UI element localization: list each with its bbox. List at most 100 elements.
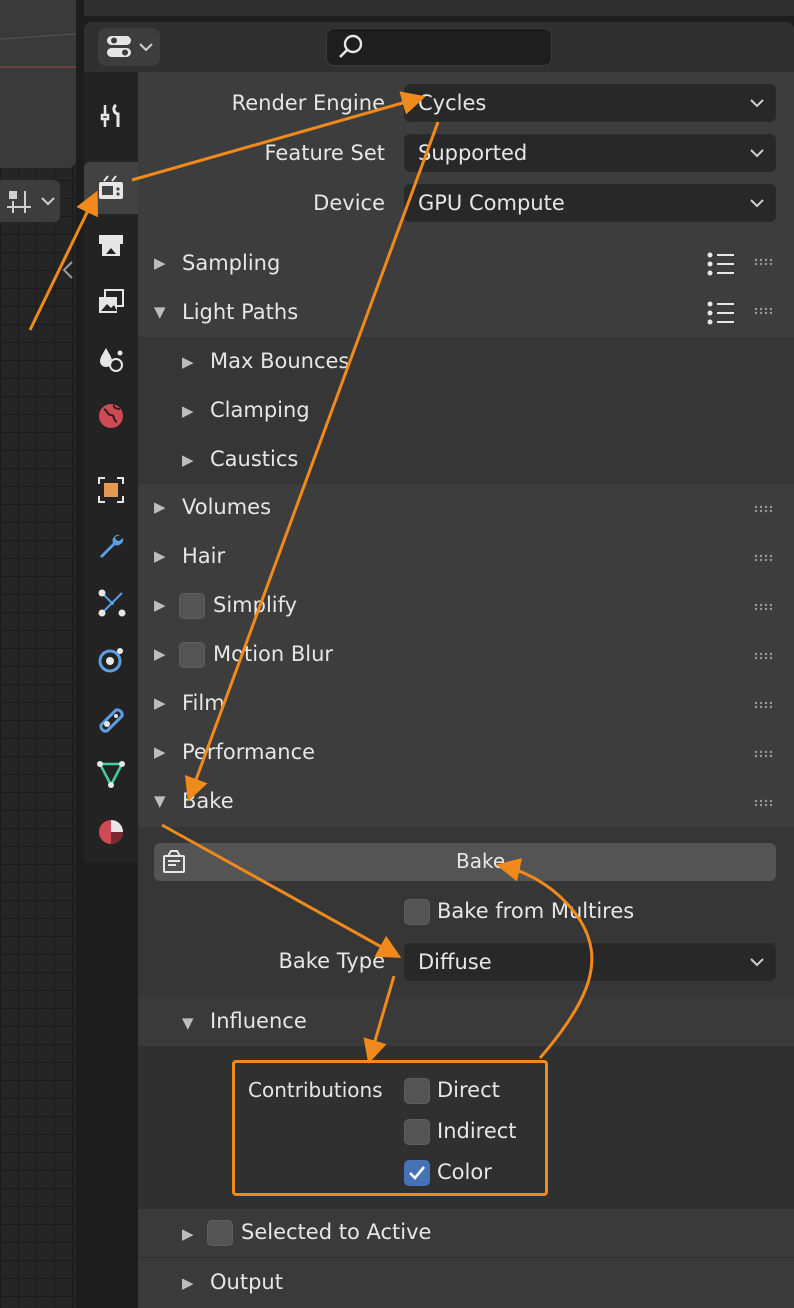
tab-world[interactable] (84, 390, 138, 442)
motion-blur-checkbox[interactable] (179, 642, 205, 668)
tab-particles[interactable] (84, 576, 138, 628)
panel-light-paths[interactable]: ▼ Light Paths (138, 289, 794, 337)
bake-button[interactable]: Bake (154, 843, 776, 881)
search-input[interactable] (326, 28, 552, 66)
editor-top-bar (84, 0, 794, 16)
panel-volumes-label: Volumes (182, 495, 272, 519)
tab-data[interactable] (84, 748, 138, 800)
chevron-down-icon (750, 958, 764, 967)
collapsed-arrow-icon: ▶ (154, 498, 166, 516)
panel-simplify[interactable]: ▶ Simplify (138, 582, 794, 630)
expanded-arrow-icon: ▼ (182, 1014, 194, 1032)
selected-to-active-checkbox[interactable] (207, 1220, 233, 1246)
list-icon[interactable] (706, 250, 736, 278)
particles-icon (98, 589, 126, 617)
drag-handle-icon[interactable] (754, 603, 776, 611)
subpanel-selected-to-active[interactable]: ▶ Selected to Active (138, 1209, 794, 1257)
drag-handle-icon[interactable] (754, 505, 776, 513)
tab-modifiers[interactable] (84, 520, 138, 572)
bake-from-multires-checkbox[interactable] (404, 899, 430, 925)
collapsed-arrow-icon: ▶ (182, 353, 194, 371)
data-icon (97, 761, 125, 788)
collapsed-arrow-icon: ▶ (154, 254, 166, 272)
contributions-highlight-box (232, 1060, 548, 1196)
subpanel-output[interactable]: ▶ Output (138, 1258, 794, 1308)
panel-sampling[interactable]: ▶ Sampling (138, 240, 794, 288)
device-label: Device (313, 191, 385, 215)
tab-object[interactable] (84, 464, 138, 516)
tab-render[interactable] (84, 162, 138, 214)
tab-output[interactable] (84, 218, 138, 270)
object-icon (98, 477, 124, 503)
chevron-down-icon (41, 197, 55, 206)
material-icon (99, 820, 123, 844)
subpanel-clamping[interactable]: Clamping (210, 398, 310, 422)
collapsed-arrow-icon: ▶ (154, 694, 166, 712)
pivot-icon (7, 191, 31, 213)
render-icon (99, 175, 123, 199)
view-layer-icon (99, 289, 124, 313)
collapsed-arrow-icon: ▶ (154, 645, 166, 663)
panel-simplify-label: Simplify (213, 593, 298, 617)
scene-icon (100, 348, 123, 372)
subpanel-caustics[interactable]: Caustics (210, 447, 298, 471)
render-engine-dropdown[interactable]: Cycles (404, 84, 776, 122)
drag-handle-icon[interactable] (754, 652, 776, 660)
subpanel-influence-label: Influence (210, 1009, 307, 1033)
output-icon (99, 235, 123, 256)
expanded-arrow-icon: ▼ (154, 792, 166, 810)
transform-pivot-button[interactable] (0, 180, 60, 222)
drag-handle-icon[interactable] (754, 554, 776, 562)
panel-hair[interactable]: ▶ Hair (138, 533, 794, 581)
panel-film-label: Film (182, 691, 225, 715)
render-bake-icon (163, 850, 185, 873)
physics-icon (98, 648, 123, 673)
drag-handle-icon[interactable] (754, 799, 776, 807)
subpanel-output-label: Output (210, 1270, 283, 1294)
collapse-arrow-icon[interactable] (60, 260, 76, 280)
device-value: GPU Compute (418, 191, 565, 215)
drag-handle-icon[interactable] (754, 750, 776, 758)
feature-set-dropdown[interactable]: Supported (404, 134, 776, 172)
panel-performance[interactable]: ▶ Performance (138, 729, 794, 777)
editor-type-button[interactable] (98, 28, 160, 66)
panel-film[interactable]: ▶ Film (138, 680, 794, 728)
drag-handle-icon[interactable] (754, 258, 776, 266)
device-dropdown[interactable]: GPU Compute (404, 184, 776, 222)
tab-view-layer[interactable] (84, 276, 138, 328)
collapsed-arrow-icon: ▶ (182, 1225, 194, 1243)
list-icon[interactable] (706, 299, 736, 327)
panel-motion-blur[interactable]: ▶ Motion Blur (138, 631, 794, 679)
feature-set-label: Feature Set (264, 141, 385, 165)
viewport-axis-line (0, 66, 76, 68)
collapsed-arrow-icon: ▶ (154, 743, 166, 761)
subpanel-influence[interactable]: ▼ Influence (138, 998, 794, 1046)
panel-bake[interactable]: ▼ Bake (138, 778, 794, 826)
chevron-down-icon (750, 99, 764, 108)
drag-handle-icon[interactable] (754, 307, 776, 315)
collapsed-arrow-icon: ▶ (154, 596, 166, 614)
drag-handle-icon[interactable] (754, 701, 776, 709)
bake-from-multires-label: Bake from Multires (437, 899, 635, 923)
modifier-icon (100, 534, 124, 558)
chevron-down-icon (139, 43, 153, 52)
panel-performance-label: Performance (182, 740, 316, 764)
wrench-screwdriver-icon (100, 103, 120, 127)
collapsed-arrow-icon: ▶ (154, 547, 166, 565)
search-icon (339, 34, 363, 58)
tab-constraints[interactable] (84, 692, 138, 744)
tab-physics[interactable] (84, 634, 138, 686)
bake-type-dropdown[interactable]: Diffuse (404, 943, 776, 981)
simplify-checkbox[interactable] (179, 593, 205, 619)
panel-volumes[interactable]: ▶ Volumes (138, 484, 794, 532)
tab-scene[interactable] (84, 334, 138, 386)
chevron-down-icon (750, 149, 764, 158)
selected-to-active-label: Selected to Active (241, 1220, 432, 1244)
bake-type-label: Bake Type (278, 949, 385, 973)
bake-button-label: Bake (456, 849, 506, 873)
bake-type-value: Diffuse (418, 950, 492, 974)
subpanel-max-bounces[interactable]: Max Bounces (210, 349, 349, 373)
tab-tool[interactable] (84, 90, 138, 142)
tab-material[interactable] (84, 806, 138, 858)
expanded-arrow-icon: ▼ (154, 303, 166, 321)
